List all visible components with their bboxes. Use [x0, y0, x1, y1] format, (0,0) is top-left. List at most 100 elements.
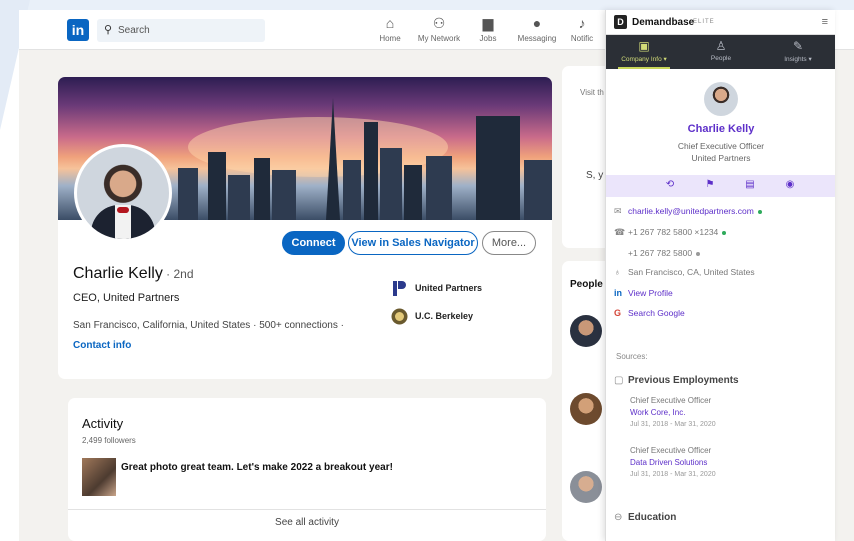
cover-building [343, 160, 361, 220]
location-icon: ♁ [614, 267, 621, 277]
profile-name-line: Charlie Kelly · 2nd [73, 265, 194, 283]
search-placeholder: Search [118, 25, 150, 36]
status-dot [696, 251, 701, 256]
follower-count: 2,499 followers [82, 436, 136, 445]
linkedin-logo[interactable]: in [67, 19, 89, 41]
employment-dates: Jul 31, 2018 - Mar 31, 2020 [630, 471, 716, 478]
nav-notifications-label: Notific [570, 34, 594, 43]
nav-jobs[interactable]: ▆ Jobs [461, 15, 515, 43]
profile-name: Charlie Kelly [73, 265, 163, 282]
cover-building [272, 170, 296, 220]
profile-location: San Francisco, California, United States… [73, 320, 344, 331]
linkedin-icon: in [614, 288, 622, 298]
page-backdrop-band [0, 0, 854, 10]
employment-title: Chief Executive Officer [630, 446, 712, 455]
demandbase-panel: D Demandbase ELITE ≡ ▣ Company Info ▾ ♙ … [605, 10, 835, 541]
cover-building [178, 168, 198, 220]
insights-icon: ✎ [792, 39, 804, 53]
tab-insights[interactable]: ✎ Insights ▾ [760, 35, 835, 69]
contact-email[interactable]: charlie.kelly@unitedpartners.com [628, 206, 754, 216]
cover-building [404, 165, 422, 220]
contact-info-link[interactable]: Contact info [73, 340, 131, 351]
previous-employments-header[interactable]: ▢ Previous Employments [614, 375, 739, 386]
activity-card: Activity 2,499 followers Great photo gre… [68, 398, 546, 541]
post-thumbnail[interactable] [82, 458, 116, 496]
more-button[interactable]: More... [482, 231, 536, 255]
nav-home-label: Home [379, 34, 401, 43]
search-google-link[interactable]: Search Google [628, 308, 685, 318]
people-avatar[interactable] [570, 471, 602, 503]
refresh-icon[interactable]: ⟲ [660, 179, 680, 190]
demandbase-tier: ELITE [693, 19, 715, 25]
sources-label: Sources: [616, 352, 648, 361]
view-profile-link[interactable]: View Profile [628, 288, 673, 298]
connect-button[interactable]: Connect [282, 231, 345, 255]
contact-company: United Partners [691, 153, 751, 163]
email-row[interactable]: ✉ charlie.kelly@unitedpartners.com [614, 206, 762, 217]
network-icon: ⚇ [432, 15, 446, 31]
flag-icon[interactable]: ⚑ [700, 179, 720, 190]
verified-dot [722, 230, 727, 235]
view-in-sales-navigator-button[interactable]: View in Sales Navigator [348, 231, 478, 255]
activity-post-text[interactable]: Great photo great team. Let's make 2022 … [121, 462, 393, 473]
contact-name[interactable]: Charlie Kelly [606, 123, 835, 135]
right-rail-visit-text: Visit th [580, 88, 604, 97]
phone-row[interactable]: ☎ +1 267 782 5800 ×1234 [614, 227, 727, 238]
people-avatar[interactable] [570, 393, 602, 425]
tab-label: Insights ▾ [784, 56, 812, 63]
search-icon: ⚲ [104, 24, 113, 36]
nav-home[interactable]: ⌂ Home [363, 15, 417, 43]
people-title: People [570, 279, 603, 290]
contact-phone-primary[interactable]: +1 267 782 5800 ×1234 [628, 227, 718, 237]
email-icon: ✉ [614, 206, 622, 216]
document-icon[interactable]: ▤ [740, 179, 760, 190]
company-icon: ▣ [638, 39, 650, 53]
phone-row-secondary[interactable]: +1 267 782 5800 [614, 248, 701, 258]
nav-jobs-label: Jobs [479, 34, 497, 43]
cover-building [380, 148, 402, 220]
cover-building [364, 122, 378, 220]
profile-avatar[interactable] [74, 144, 172, 242]
cover-building [254, 158, 270, 220]
avatar-bowtie [117, 207, 129, 213]
profile-card: Connect View in Sales Navigator More... … [58, 77, 552, 379]
cover-building [476, 116, 520, 220]
employment-item: Chief Executive Officer Data Driven Solu… [630, 446, 716, 478]
google-icon: G [614, 308, 622, 318]
people-icon: ♙ [715, 39, 727, 53]
search-google-row[interactable]: G Search Google [614, 308, 685, 318]
contact-avatar [704, 82, 738, 116]
search-input[interactable]: ⚲ Search [97, 19, 265, 42]
nav-notifications[interactable]: ♪ Notific [555, 15, 609, 43]
divider [68, 509, 546, 510]
people-avatar[interactable] [570, 315, 602, 347]
tab-people[interactable]: ♙ People [683, 35, 759, 69]
employment-company[interactable]: Data Driven Solutions [630, 458, 716, 467]
jobs-icon: ▆ [482, 15, 494, 31]
uc-berkeley-seal-icon [391, 308, 408, 325]
tab-label: Company Info ▾ [621, 56, 667, 63]
united-partners-logo-icon [391, 280, 408, 297]
nav-network-label: My Network [417, 34, 461, 43]
tab-company-info[interactable]: ▣ Company Info ▾ [606, 35, 682, 69]
graduation-cap-icon: ⊖ [614, 512, 623, 523]
employment-title: Chief Executive Officer [630, 396, 712, 405]
see-all-activity-link[interactable]: See all activity [68, 517, 546, 528]
org-label: U.C. Berkeley [415, 311, 474, 321]
cover-building [426, 156, 452, 220]
tab-label: People [710, 55, 732, 62]
profile-headline: CEO, United Partners [73, 292, 180, 304]
eye-icon[interactable]: ◉ [780, 179, 800, 190]
contact-phone-secondary[interactable]: +1 267 782 5800 [628, 248, 692, 258]
right-rail-text: S, y [586, 170, 604, 181]
phone-icon: ☎ [614, 227, 626, 237]
demandbase-header: D Demandbase ELITE ≡ [606, 10, 835, 35]
home-icon: ⌂ [385, 15, 395, 31]
location-row: ♁ San Francisco, CA, United States [614, 267, 755, 277]
employment-item: Chief Executive Officer Work Core, Inc. … [630, 396, 716, 428]
menu-icon[interactable]: ≡ [822, 16, 828, 28]
view-profile-row[interactable]: in View Profile [614, 288, 673, 298]
education-header[interactable]: ⊖ Education [614, 512, 676, 523]
nav-my-network[interactable]: ⚇ My Network [412, 15, 466, 43]
employment-company[interactable]: Work Core, Inc. [630, 408, 716, 417]
